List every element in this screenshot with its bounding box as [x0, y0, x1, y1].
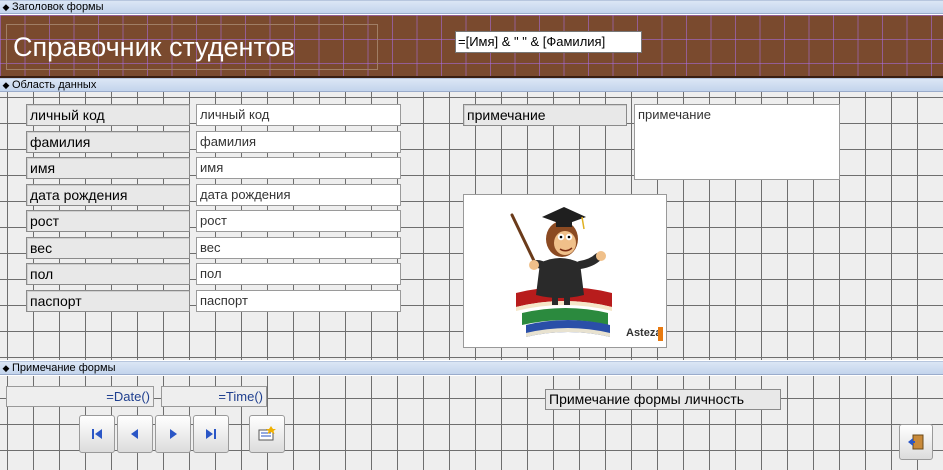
label-passport[interactable]: паспорт: [26, 290, 190, 312]
time-field[interactable]: =Time(): [161, 386, 267, 407]
collapse-icon: ◆: [2, 2, 10, 12]
professor-cartoon-icon: [510, 207, 612, 337]
field-weight[interactable]: вес: [196, 237, 401, 259]
previous-record-button[interactable]: [117, 415, 153, 453]
label-note[interactable]: примечание: [463, 104, 627, 126]
field-height[interactable]: рост: [196, 210, 401, 232]
student-image[interactable]: Asteza: [463, 194, 667, 348]
label-birth-date[interactable]: дата рождения: [26, 184, 190, 206]
section-header-label: Заголовок формы: [12, 1, 104, 13]
label-personal-code[interactable]: личный код: [26, 104, 190, 126]
name-formula-field[interactable]: =[Имя] & " " & [Фамилия]: [455, 31, 642, 53]
label-first-name[interactable]: имя: [26, 157, 190, 179]
watermark-mark-icon: [658, 327, 663, 341]
section-bar-footer[interactable]: ◆ Примечание формы: [0, 361, 943, 375]
field-birth-date[interactable]: дата рождения: [196, 184, 401, 206]
new-record-icon: [258, 426, 276, 441]
field-gender[interactable]: пол: [196, 263, 401, 285]
field-first-name[interactable]: имя: [196, 157, 401, 179]
first-record-icon: [92, 429, 102, 439]
first-record-button[interactable]: [79, 415, 115, 453]
date-field[interactable]: =Date(): [6, 386, 154, 407]
collapse-icon: ◆: [2, 80, 10, 90]
exit-door-icon: [908, 434, 924, 450]
collapse-icon: ◆: [2, 363, 10, 373]
field-note[interactable]: примечание: [634, 104, 840, 180]
field-surname[interactable]: фамилия: [196, 131, 401, 153]
section-bar-detail[interactable]: ◆ Область данных: [0, 78, 943, 92]
section-detail-label: Область данных: [12, 79, 97, 91]
footer-note-label[interactable]: Примечание формы личность: [545, 389, 781, 410]
section-footer-label: Примечание формы: [12, 362, 116, 374]
label-gender[interactable]: пол: [26, 263, 190, 285]
field-passport[interactable]: паспорт: [196, 290, 401, 312]
last-record-button[interactable]: [193, 415, 229, 453]
form-title[interactable]: Справочник студентов: [6, 24, 378, 70]
label-weight[interactable]: вес: [26, 237, 190, 259]
field-personal-code[interactable]: личный код: [196, 104, 401, 126]
previous-record-icon: [131, 429, 138, 439]
new-record-button[interactable]: [249, 415, 285, 453]
next-record-button[interactable]: [155, 415, 191, 453]
last-record-icon: [206, 429, 216, 439]
image-watermark: Asteza: [626, 327, 662, 339]
label-surname[interactable]: фамилия: [26, 131, 190, 153]
section-bar-header[interactable]: ◆ Заголовок формы: [0, 0, 943, 14]
label-height[interactable]: рост: [26, 210, 190, 232]
next-record-icon: [170, 429, 177, 439]
exit-button[interactable]: [899, 424, 933, 460]
